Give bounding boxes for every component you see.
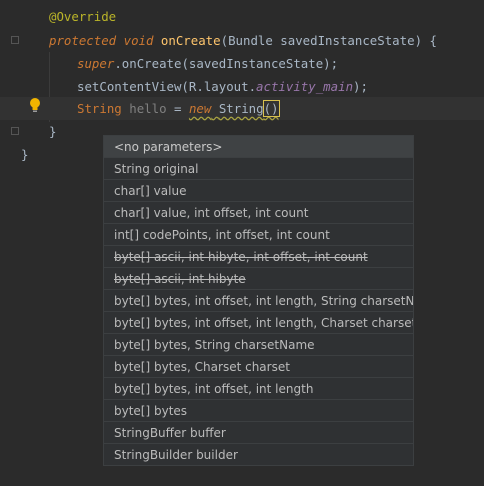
super-call: .onCreate(savedInstanceState);	[114, 56, 339, 71]
code-line-override[interactable]: @Override	[0, 5, 484, 28]
lightbulb-icon[interactable]	[28, 97, 42, 113]
param-option[interactable]: StringBuffer buffer	[104, 422, 413, 444]
param-option[interactable]: byte[] bytes, int offset, int length, St…	[104, 290, 413, 312]
call-end: );	[353, 79, 368, 94]
closing-brace: }	[21, 147, 29, 162]
param-option[interactable]: byte[] bytes, Charset charset	[104, 356, 413, 378]
closing-brace: }	[49, 124, 57, 139]
type-string: String	[77, 101, 122, 116]
paren-highlight: ()	[262, 100, 280, 117]
layout-field: activity_main	[256, 79, 354, 94]
setcontentview-call: setContentView(R.layout.	[77, 79, 257, 94]
param-option-deprecated[interactable]: byte[] ascii, int hibyte, int offset, in…	[104, 246, 413, 268]
code-line-oncreate[interactable]: protected void onCreate(Bundle savedInst…	[0, 29, 484, 52]
text-caret	[278, 101, 280, 115]
param-option[interactable]: byte[] bytes, String charsetName	[104, 334, 413, 356]
param-option-label: byte[] ascii, int hibyte, int offset, in…	[114, 250, 368, 264]
annotation-text: @Override	[49, 9, 117, 24]
keyword-super: super	[77, 56, 115, 71]
param-option[interactable]: char[] value	[104, 180, 413, 202]
variable-name: hello	[129, 101, 167, 116]
param-option[interactable]: char[] value, int offset, int count	[104, 202, 413, 224]
param-option-deprecated[interactable]: byte[] ascii, int hibyte	[104, 268, 413, 290]
constructor-name: String	[218, 101, 264, 116]
param-option-label: byte[] ascii, int hibyte	[114, 272, 246, 286]
method-name: onCreate	[160, 33, 221, 48]
code-line-current[interactable]: String hello = new String()	[0, 97, 484, 120]
param-option[interactable]: int[] codePoints, int offset, int count	[104, 224, 413, 246]
parameter-info-popup[interactable]: <no parameters> String original char[] v…	[103, 135, 414, 466]
keyword-protected: protected	[49, 33, 117, 48]
param-option[interactable]: byte[] bytes, int offset, int length, Ch…	[104, 312, 413, 334]
code-editor[interactable]: @Override protected void onCreate(Bundle…	[0, 0, 484, 486]
fold-marker-icon[interactable]	[11, 127, 19, 135]
code-line-super[interactable]: super.onCreate(savedInstanceState);	[0, 52, 484, 75]
param-option[interactable]: StringBuilder builder	[104, 444, 413, 465]
param-option[interactable]: byte[] bytes	[104, 400, 413, 422]
method-params: (Bundle savedInstanceState) {	[220, 33, 437, 48]
keyword-void: void	[123, 33, 154, 48]
code-line-setcontentview[interactable]: setContentView(R.layout.activity_main);	[0, 75, 484, 98]
fold-marker-icon[interactable]	[11, 36, 19, 44]
param-option[interactable]: byte[] bytes, int offset, int length	[104, 378, 413, 400]
assign-operator: =	[174, 101, 182, 116]
param-option[interactable]: String original	[104, 158, 413, 180]
keyword-new: new	[188, 101, 212, 116]
param-option[interactable]: <no parameters>	[104, 136, 413, 158]
